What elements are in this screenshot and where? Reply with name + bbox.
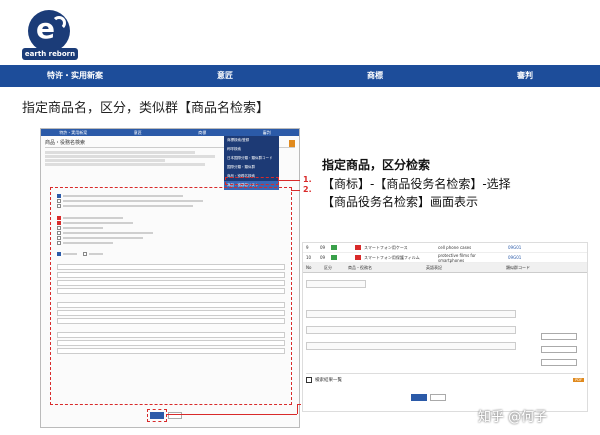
right-screenshot: 9 09 スマートフォン用ケース cell phone cases 09G01 … <box>302 242 588 412</box>
ls-checkbox-row[interactable] <box>57 231 285 235</box>
ls-dropdown-item[interactable]: 日本国際分類・類似群コード <box>224 154 279 163</box>
ls-form <box>57 193 285 356</box>
leader-line-3 <box>167 414 297 415</box>
leader-line-2 <box>291 190 300 191</box>
ls-dropdown-item[interactable]: 国際分類・類似群 <box>224 163 279 172</box>
callout-title: 指定商品，区分检索 <box>322 158 431 172</box>
rs-cell-desc: スマートフォン用保護フィルム <box>364 254 420 260</box>
rs-result-row[interactable]: 10 09 スマートフォン用保護フィルム protective films fo… <box>303 253 587 263</box>
rs-header-cell[interactable]: 類似群コード <box>503 265 533 271</box>
rs-cell-en: cell phone cases <box>438 245 472 250</box>
rs-status-badge <box>331 255 337 260</box>
ls-class-input[interactable] <box>57 302 285 308</box>
rs-side-button[interactable] <box>541 346 577 353</box>
ls-text-line <box>45 151 195 154</box>
ls-radio-row[interactable] <box>57 199 285 203</box>
ls-nav-patent[interactable]: 特許・実用新案 <box>41 129 106 136</box>
ls-highlight-search <box>147 409 167 422</box>
rs-cell-en: protective films for smartphones <box>438 252 476 263</box>
nav-item-design[interactable]: 意匠 <box>150 65 300 87</box>
callout-number-1: 1. <box>303 175 312 184</box>
leader-line-3v <box>297 404 298 414</box>
rs-side-button[interactable] <box>541 359 577 366</box>
nav-item-patent[interactable]: 特许・实用新案 <box>0 65 150 87</box>
ls-radio-row[interactable] <box>57 204 285 208</box>
rs-cell-no: 9 <box>306 245 309 250</box>
rs-result-row[interactable]: 9 09 スマートフォン用ケース cell phone cases 09G01 <box>303 243 587 253</box>
ls-dropdown-item[interactable]: 称呼検索 <box>224 145 279 154</box>
ls-checkbox-row[interactable] <box>57 221 285 225</box>
rs-section-title: 検索結果一覧 <box>315 377 342 383</box>
ls-keyword-input[interactable] <box>57 264 285 270</box>
callout-line-1: 【商标】-【商品役务名检索】-选择 <box>322 177 511 191</box>
ls-keyword-input[interactable] <box>57 280 285 286</box>
nav-item-trademark[interactable]: 商標 <box>300 65 450 87</box>
left-screenshot: 特許・実用新案 意匠 商標 審判 商品・役務名検索 商標検索/登録 称呼検索 日… <box>40 128 300 428</box>
leader-line-3h <box>297 404 301 405</box>
ls-page-title: 商品・役務名検索 <box>45 140 86 146</box>
ls-help-button[interactable] <box>289 140 295 147</box>
rs-cell-code[interactable]: 09G01 <box>505 255 524 260</box>
main-nav: 特许・实用新案 意匠 商標 審判 <box>0 65 600 87</box>
rs-results-section: 検索結果一覧 PDF <box>306 373 584 385</box>
ls-class-input[interactable] <box>57 310 285 316</box>
page-heading: 指定商品名，区分，类似群【商品名检索】 <box>22 101 270 116</box>
ls-nav-trial[interactable]: 審判 <box>235 129 300 136</box>
site-logo[interactable]: e earth reborn <box>22 10 78 60</box>
logo-banner: earth reborn <box>22 48 78 60</box>
ls-radio-row[interactable] <box>57 194 285 198</box>
rs-list-icon <box>306 376 312 383</box>
rs-cell-code[interactable]: 09G01 <box>505 245 524 250</box>
rs-cell-class: 09 <box>320 255 326 260</box>
ls-group-input[interactable] <box>57 332 285 338</box>
rs-cell-desc: スマートフォン用ケース <box>364 244 408 250</box>
rs-header-cell[interactable]: 英語表記 <box>423 265 503 271</box>
ls-text-line <box>45 159 165 162</box>
ls-nav: 特許・実用新案 意匠 商標 審判 <box>41 129 299 136</box>
rs-clear-button[interactable] <box>430 394 446 401</box>
ls-checkbox-row[interactable] <box>57 241 285 245</box>
ls-text-line <box>45 163 205 166</box>
rs-search-input[interactable] <box>306 342 516 350</box>
ls-nav-trademark[interactable]: 商標 <box>170 129 235 136</box>
rs-side-button[interactable] <box>541 333 577 340</box>
logo-letter: e <box>36 12 55 45</box>
rs-cell-no: 10 <box>306 255 312 260</box>
rs-header-cell[interactable]: No <box>303 265 321 270</box>
ls-highlight-menu <box>225 177 279 185</box>
ls-checkbox-row[interactable] <box>57 226 285 230</box>
rs-header-cell[interactable]: 区分 <box>321 265 345 271</box>
callout-line-2: 【商品役务名检索】画面表示 <box>322 195 479 209</box>
ls-dropdown-item[interactable]: 商標検索/登録 <box>224 136 279 145</box>
rs-search-button[interactable] <box>411 394 427 401</box>
ls-checkbox-row[interactable] <box>57 236 285 240</box>
rs-table-header: No 区分 商品・役務名 英語表記 類似群コード <box>303 263 587 273</box>
ls-keyword-input[interactable] <box>57 272 285 278</box>
rs-search-input[interactable] <box>306 310 516 318</box>
ls-group-input[interactable] <box>57 348 285 354</box>
ls-keyword-input[interactable] <box>57 288 285 294</box>
rs-status-badge <box>331 245 337 250</box>
ls-class-input[interactable] <box>57 318 285 324</box>
ls-checkbox-row[interactable] <box>57 216 285 220</box>
nav-item-trial[interactable]: 審判 <box>450 65 600 87</box>
ls-group-input[interactable] <box>57 340 285 346</box>
leader-line-1 <box>278 180 300 181</box>
callout-number-2: 2. <box>303 185 312 194</box>
rs-cell-class: 09 <box>320 245 326 250</box>
ls-text-line <box>45 155 215 158</box>
rs-input-small[interactable] <box>306 280 366 288</box>
rs-pdf-badge[interactable]: PDF <box>573 377 584 382</box>
watermark: 知乎 @何子 <box>478 410 548 425</box>
rs-search-input[interactable] <box>306 326 516 334</box>
rs-header-cell[interactable]: 商品・役務名 <box>345 265 423 271</box>
logo-arc-icon <box>52 16 66 30</box>
ls-radio-row[interactable] <box>57 252 285 256</box>
ls-nav-design[interactable]: 意匠 <box>106 129 171 136</box>
